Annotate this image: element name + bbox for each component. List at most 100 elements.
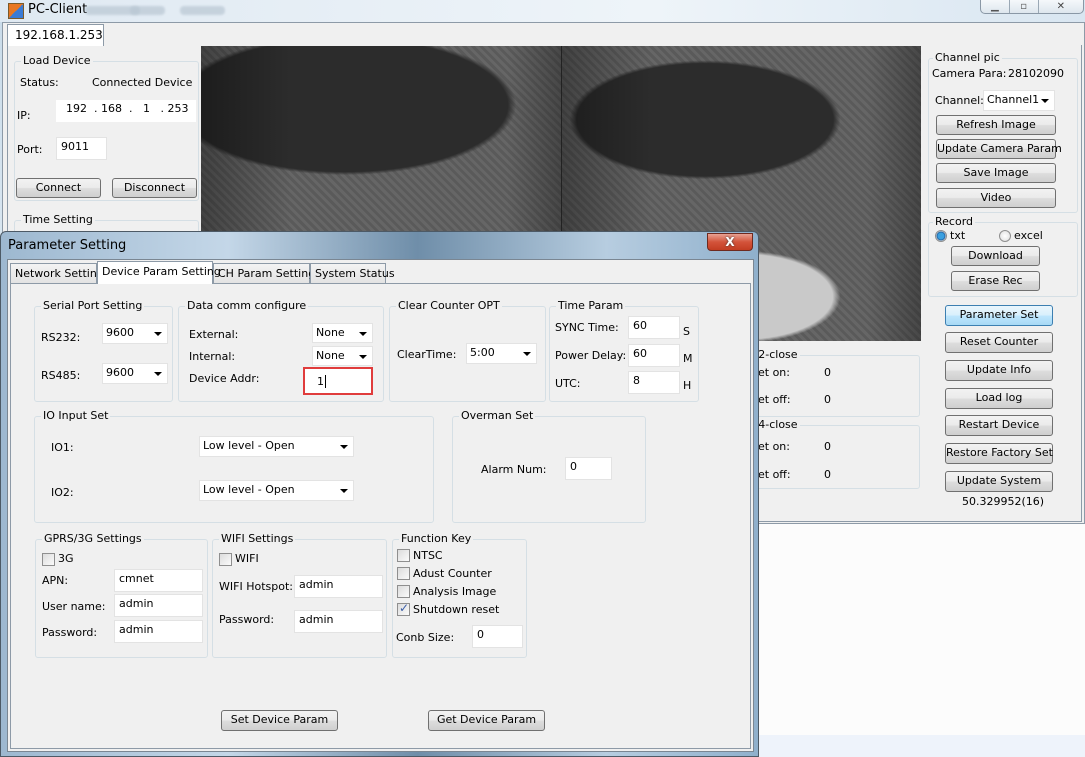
wifi-checkbox-label: WIFI (235, 552, 259, 565)
io1-select[interactable]: Low level - Open (199, 436, 354, 457)
port-input[interactable]: 9011 (56, 137, 107, 160)
conb-size-input[interactable]: 0 (472, 625, 523, 648)
io2-label: IO2: (51, 486, 74, 499)
chevron-down-icon (340, 445, 348, 449)
io2-select[interactable]: Low level - Open (199, 480, 354, 501)
internal-select[interactable]: None (312, 346, 373, 366)
download-button[interactable]: Download (951, 246, 1040, 266)
save-image-button[interactable]: Save Image (936, 163, 1056, 183)
user-name-input[interactable]: admin (114, 594, 203, 617)
chevron-down-icon (359, 332, 367, 336)
get-device-param-button[interactable]: Get Device Param (428, 710, 545, 731)
device-addr-input[interactable]: 1 (303, 367, 373, 395)
chevron-down-icon (154, 332, 162, 336)
utc-unit: H (683, 379, 692, 392)
app-title: PC-Client (28, 2, 88, 17)
tab-ch-param-setting[interactable]: CH Param Setting (213, 263, 315, 283)
apn-input[interactable]: cmnet (114, 569, 203, 592)
close-icon[interactable]: ✕ (1039, 0, 1083, 13)
group-label: Time Param (556, 299, 626, 312)
channel-label: Channel: (935, 94, 984, 107)
io-value: 0 (824, 393, 831, 406)
wifi-hotspot-label: WIFI Hotspot: (219, 580, 293, 593)
ip-octet: 168 (101, 102, 122, 115)
io2-close-group: I2-close (740, 348, 920, 417)
group-label: GPRS/3G Settings (42, 532, 144, 545)
excel-radio-label: excel (1014, 229, 1043, 242)
3g-checkbox-label: 3G (58, 552, 74, 565)
restart-device-button[interactable]: Restart Device (945, 415, 1053, 436)
utc-input[interactable]: 8 (628, 371, 680, 394)
group-label: Channel pic (933, 51, 1002, 64)
excel-radio[interactable] (999, 230, 1011, 242)
dialog-close-button[interactable]: X (707, 233, 753, 251)
refresh-image-button[interactable]: Refresh Image (936, 115, 1056, 135)
close-icon: X (725, 235, 735, 249)
gprs-password-input[interactable]: admin (114, 620, 203, 643)
connect-button[interactable]: Connect (16, 178, 101, 198)
video-button[interactable]: Video (936, 188, 1056, 208)
shutdown-reset-checkbox[interactable] (397, 601, 410, 616)
rs485-select[interactable]: 9600 (102, 363, 168, 384)
maximize-icon[interactable]: ▫ (1010, 0, 1039, 13)
update-camera-param-button[interactable]: Update Camera Param (936, 139, 1062, 159)
ntsc-checkbox[interactable] (397, 549, 410, 562)
ip-octet: 253 (167, 102, 189, 115)
restore-factory-set-button[interactable]: Restore Factory Set (945, 443, 1053, 464)
apn-label: APN: (42, 574, 69, 587)
channel-select-value: Channel1 (987, 93, 1040, 106)
analysis-image-label: Analysis Image (413, 585, 497, 598)
disconnect-button[interactable]: Disconnect (112, 178, 197, 198)
external-select[interactable]: None (312, 323, 373, 343)
io1-value: Low level - Open (203, 439, 295, 452)
minimize-icon[interactable]: ▁ (981, 0, 1010, 13)
tab-device-param-setting[interactable]: Device Param Setting (97, 261, 221, 284)
clear-time-select[interactable]: 5:00 (466, 343, 537, 364)
sync-time-input[interactable]: 60 (628, 316, 680, 339)
ip-octet: 1 (142, 102, 150, 115)
camera-para-label: Camera Para: (932, 67, 1007, 80)
reset-counter-button[interactable]: Reset Counter (945, 332, 1053, 353)
wifi-checkbox[interactable] (219, 553, 232, 566)
io-value: 0 (824, 440, 831, 453)
rs232-label: RS232: (41, 331, 81, 344)
power-delay-input[interactable]: 60 (628, 344, 680, 367)
ip-label: IP: (17, 109, 31, 122)
sync-time-unit: S (683, 325, 690, 338)
parameter-set-button[interactable]: Parameter Set (945, 305, 1053, 326)
update-info-button[interactable]: Update Info (945, 360, 1053, 381)
app-icon (8, 3, 24, 19)
alarm-num-input[interactable]: 0 (565, 457, 612, 480)
update-system-button[interactable]: Update System (945, 471, 1053, 492)
io-label: et on: (758, 366, 790, 379)
ip-address-field[interactable]: 192 . 168 . 1 . 253 (56, 100, 196, 122)
tab-system-status[interactable]: System Status (310, 263, 395, 283)
3g-checkbox[interactable] (42, 553, 55, 566)
io-input-group: IO Input Set (34, 409, 434, 523)
load-log-button[interactable]: Load log (945, 388, 1053, 409)
device-addr-label: Device Addr: (189, 372, 260, 385)
chevron-down-icon (340, 489, 348, 493)
sync-time-label: SYNC Time: (555, 321, 619, 334)
io-label: et off: (758, 468, 791, 481)
rs232-select[interactable]: 9600 (102, 323, 168, 344)
wifi-hotspot-input[interactable]: admin (294, 575, 383, 598)
txt-radio[interactable] (935, 230, 947, 242)
ntsc-label: NTSC (413, 549, 443, 562)
analysis-image-checkbox[interactable] (397, 585, 410, 598)
chevron-down-icon (154, 372, 162, 376)
tab-network-setting[interactable]: Network Setting (10, 263, 104, 283)
device-tab[interactable]: 192.168.1.253 (7, 24, 104, 46)
log-area (758, 523, 1085, 735)
parameter-setting-dialog: Parameter Setting X Network Setting Devi… (0, 231, 759, 757)
channel-select[interactable]: Channel1 (983, 90, 1055, 111)
group-label: Time Setting (21, 213, 95, 226)
utc-label: UTC: (555, 377, 581, 390)
port-label: Port: (17, 143, 43, 156)
adust-counter-checkbox[interactable] (397, 567, 410, 580)
wifi-password-input[interactable]: admin (294, 610, 383, 633)
erase-rec-button[interactable]: Erase Rec (951, 271, 1040, 291)
rs485-value: 9600 (106, 366, 134, 379)
set-device-param-button[interactable]: Set Device Param (221, 710, 338, 731)
chevron-down-icon (523, 352, 531, 356)
